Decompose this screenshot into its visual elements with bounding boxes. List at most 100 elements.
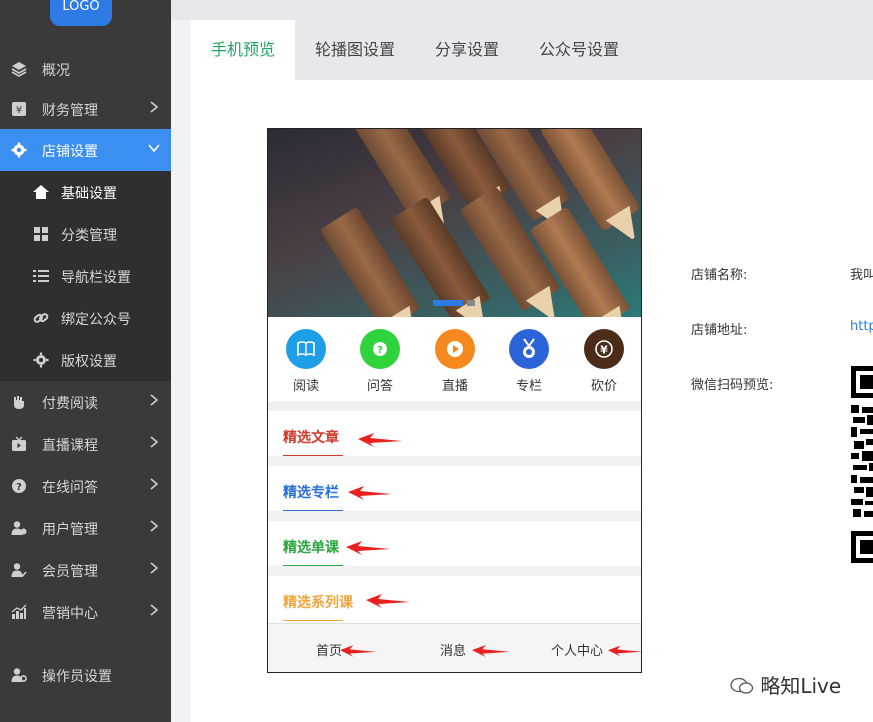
tab-carousel-settings[interactable]: 轮播图设置	[303, 20, 407, 80]
nav-online-qa[interactable]: ? 在线问答	[0, 465, 171, 507]
watermark-text: 略知Live	[760, 674, 842, 698]
chevron-right-icon	[150, 101, 159, 113]
chevron-right-icon	[150, 562, 159, 574]
bottom-nav-messages[interactable]: 消息	[440, 640, 466, 659]
category-column[interactable]: 专栏	[499, 329, 559, 394]
chevron-right-icon	[150, 436, 159, 448]
category-bargain[interactable]: ¥ 砍价	[574, 329, 634, 394]
logo: LOGO	[50, 0, 112, 26]
nav-finance[interactable]: ¥ 财务管理	[0, 88, 171, 130]
nav-label: 会员管理	[42, 564, 98, 580]
nav-label: 用户管理	[42, 522, 98, 538]
sub-bind-account[interactable]: 绑定公众号	[0, 297, 171, 339]
carousel-dot-active[interactable]	[433, 300, 463, 306]
sub-label: 基础设置	[61, 186, 117, 202]
section-underline	[283, 620, 343, 621]
sub-label: 分类管理	[61, 228, 117, 244]
red-arrow-icon	[358, 433, 402, 447]
red-arrow-icon	[348, 486, 392, 500]
sub-label: 版权设置	[61, 354, 117, 370]
tab-share-settings[interactable]: 分享设置	[419, 20, 515, 80]
sidebar: LOGO 概况 ¥ 财务管理 店铺设置 基础设置 分类管理 导航栏设置 绑定公众…	[0, 0, 171, 722]
red-arrow-icon	[340, 645, 376, 657]
wechat-icon	[730, 677, 754, 694]
section-divider	[268, 511, 641, 521]
tab-official-account[interactable]: 公众号设置	[527, 20, 631, 80]
svg-text:¥: ¥	[600, 344, 608, 357]
category-label: 砍价	[590, 379, 617, 394]
book-icon	[286, 329, 326, 369]
phone-preview: 阅读 ? 问答 直播 专栏 ¥ 砍价 精选文章 精选专栏 精选单课 精选系列课	[267, 128, 642, 673]
question-icon: ?	[360, 329, 400, 369]
users-icon	[11, 521, 27, 535]
tab-mobile-preview[interactable]: 手机预览	[191, 20, 295, 80]
section-featured-series[interactable]: 精选系列课	[283, 592, 353, 612]
link-icon	[33, 313, 49, 323]
nav-label: 店铺设置	[42, 144, 98, 160]
top-bar	[171, 0, 873, 20]
nav-paid-reading[interactable]: 付费阅读	[0, 381, 171, 423]
sub-category[interactable]: 分类管理	[0, 213, 171, 255]
category-label: 直播	[441, 379, 468, 394]
medal-icon	[509, 329, 549, 369]
grid-icon	[34, 227, 48, 241]
qr-label: 微信扫码预览:	[691, 378, 774, 393]
nav-member-mgmt[interactable]: 会员管理	[0, 549, 171, 591]
red-arrow-icon	[608, 645, 641, 657]
section-featured-columns[interactable]: 精选专栏	[283, 482, 339, 502]
bottom-nav: 首页 消息 个人中心	[268, 623, 641, 672]
red-arrow-icon	[366, 594, 410, 608]
layers-icon	[11, 62, 27, 77]
red-arrow-icon	[472, 644, 510, 658]
nav-label: 在线问答	[42, 480, 98, 496]
bottom-nav-home[interactable]: 首页	[316, 640, 342, 659]
watermark: 略知Live	[730, 670, 841, 699]
finance-icon: ¥	[12, 102, 26, 116]
gear-icon	[33, 352, 49, 368]
category-label: 问答	[366, 379, 393, 394]
nav-marketing[interactable]: 营销中心	[0, 591, 171, 633]
category-reading[interactable]: 阅读	[276, 329, 336, 394]
nav-user-mgmt[interactable]: 用户管理	[0, 507, 171, 549]
sub-label: 绑定公众号	[61, 312, 131, 328]
nav-shop-settings[interactable]: 店铺设置	[0, 129, 171, 171]
sub-copyright[interactable]: 版权设置	[0, 339, 171, 381]
nav-live-course[interactable]: 直播课程	[0, 423, 171, 465]
hand-icon	[14, 396, 24, 409]
nav-overview[interactable]: 概况	[0, 48, 171, 90]
sub-basic-settings[interactable]: 基础设置	[0, 171, 171, 213]
question-icon: ?	[12, 479, 26, 493]
category-label: 专栏	[515, 379, 542, 394]
list-icon	[33, 270, 49, 282]
shop-name-value: 我叫	[850, 268, 873, 283]
chevron-right-icon	[150, 520, 159, 532]
play-icon	[435, 329, 475, 369]
shop-name-label: 店铺名称:	[691, 268, 748, 283]
svg-text:?: ?	[16, 482, 22, 493]
section-featured-articles[interactable]: 精选文章	[283, 427, 339, 447]
svg-text:¥: ¥	[16, 105, 22, 116]
category-qa[interactable]: ? 问答	[350, 329, 410, 394]
banner-image[interactable]	[268, 129, 641, 317]
home-icon	[33, 185, 49, 199]
sub-navbar[interactable]: 导航栏设置	[0, 255, 171, 297]
operator-icon	[11, 668, 27, 682]
nav-label: 直播课程	[42, 438, 98, 454]
gear-icon	[11, 142, 27, 158]
nav-label: 营销中心	[42, 606, 98, 622]
category-live[interactable]: 直播	[425, 329, 485, 394]
nav-label: 概况	[42, 63, 70, 79]
category-label: 阅读	[292, 379, 319, 394]
tv-icon	[12, 436, 26, 451]
tab-bar: 手机预览 轮播图设置 分享设置 公众号设置	[191, 20, 873, 80]
carousel-dot[interactable]	[467, 300, 475, 306]
chevron-down-icon	[148, 144, 160, 153]
svg-text:?: ?	[377, 345, 383, 356]
nav-operator-settings[interactable]: 操作员设置	[0, 654, 171, 696]
section-divider	[268, 401, 641, 411]
shop-url-link[interactable]: http	[850, 319, 873, 334]
bottom-nav-profile[interactable]: 个人中心	[551, 640, 603, 659]
chart-icon	[11, 604, 27, 619]
sub-label: 导航栏设置	[61, 270, 131, 286]
section-featured-courses[interactable]: 精选单课	[283, 537, 339, 557]
